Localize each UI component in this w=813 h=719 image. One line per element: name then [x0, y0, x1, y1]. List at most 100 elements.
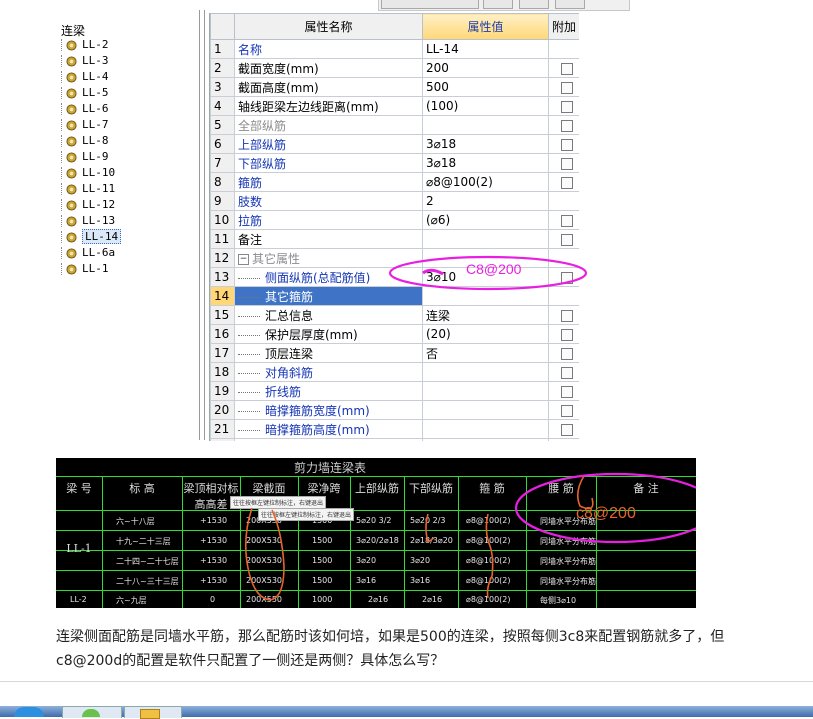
tree-item[interactable]: LL-5 — [61, 85, 109, 101]
property-row[interactable]: 19 折线筋 — [210, 381, 579, 401]
property-name-cell[interactable]: 上部纵筋 — [234, 134, 423, 154]
extra-cell[interactable] — [548, 39, 579, 59]
property-row[interactable]: 1 名称 LL-14 — [210, 39, 579, 59]
extra-cell[interactable] — [548, 362, 579, 382]
tree-item[interactable]: LL-10 — [61, 165, 115, 181]
extra-cell[interactable] — [548, 305, 579, 325]
extra-checkbox[interactable] — [561, 138, 573, 151]
toolbar-button[interactable] — [519, 0, 549, 9]
property-name-cell[interactable]: 轴线距梁左边线距离(mm) — [234, 96, 423, 116]
property-row[interactable]: 6 上部纵筋 3⌀18 — [210, 134, 579, 154]
property-name-cell[interactable]: 折线筋 — [234, 381, 423, 401]
extra-cell[interactable] — [548, 77, 579, 97]
property-row[interactable]: 21 暗撑箍筋高度(mm) — [210, 419, 579, 439]
property-value-cell[interactable]: (⌀6) — [422, 210, 549, 230]
extra-checkbox[interactable] — [561, 81, 573, 94]
extra-checkbox[interactable] — [561, 233, 573, 246]
tree-item[interactable]: LL-9 — [61, 149, 109, 165]
property-value-cell[interactable]: 200 — [422, 58, 549, 78]
tree-item[interactable]: LL-4 — [61, 69, 109, 85]
toolbar-button[interactable] — [381, 0, 479, 9]
extra-checkbox[interactable] — [561, 157, 573, 170]
property-name-cell[interactable]: 名称 — [234, 39, 423, 59]
tree-item[interactable]: LL-2 — [61, 37, 109, 53]
property-row[interactable]: 5 全部纵筋 — [210, 115, 579, 135]
panel-divider[interactable] — [199, 10, 200, 440]
extra-checkbox[interactable] — [561, 366, 573, 379]
property-name-cell[interactable]: 暗撑箍筋宽度(mm) — [234, 400, 423, 420]
property-row[interactable]: 11 备注 — [210, 229, 579, 249]
property-name-cell[interactable]: 顶层连梁 — [234, 343, 423, 363]
property-value-header[interactable]: 属性值 — [422, 13, 549, 40]
property-value-cell[interactable]: 2 — [422, 191, 549, 211]
extra-cell[interactable] — [548, 58, 579, 78]
property-row[interactable]: 17 顶层连梁 否 — [210, 343, 579, 363]
property-value-cell[interactable] — [422, 381, 549, 401]
property-name-cell[interactable]: 对角斜筋 — [234, 362, 423, 382]
property-name-cell[interactable]: 截面高度(mm) — [234, 77, 423, 97]
property-row[interactable]: 8 箍筋 ⌀8@100(2) — [210, 172, 579, 192]
property-name-cell[interactable]: 暗撑箍筋高度(mm) — [234, 419, 423, 439]
extra-cell[interactable] — [548, 210, 579, 230]
property-name-cell[interactable]: 保护层厚度(mm) — [234, 324, 423, 344]
property-name-cell[interactable]: 肢数 — [234, 191, 423, 211]
property-name-cell[interactable]: 拉筋 — [234, 210, 423, 230]
property-row[interactable]: 22暗撑纵筋 — [210, 438, 579, 441]
extra-cell[interactable] — [548, 96, 579, 116]
extra-checkbox[interactable] — [561, 328, 573, 341]
property-value-cell[interactable]: 3⌀18 — [422, 153, 549, 173]
property-row[interactable]: 3 截面高度(mm) 500 — [210, 77, 579, 97]
extra-cell[interactable] — [548, 153, 579, 173]
extra-header[interactable]: 附加 — [548, 13, 579, 40]
extra-cell[interactable] — [548, 400, 579, 420]
extra-cell[interactable] — [548, 324, 579, 344]
property-value-cell[interactable]: ⌀8@100(2) — [422, 172, 549, 192]
property-value-cell[interactable]: 500 — [422, 77, 549, 97]
tree-item[interactable]: LL-3 — [61, 53, 109, 69]
tree-item[interactable]: LL-1 — [61, 261, 109, 277]
tree-item[interactable]: LL-13 — [61, 213, 115, 229]
tree-item[interactable]: LL-8 — [61, 133, 109, 149]
tree-item[interactable]: LL-6 — [61, 101, 109, 117]
extra-cell[interactable] — [548, 172, 579, 192]
property-value-cell[interactable]: 3⌀18 — [422, 134, 549, 154]
property-name-cell[interactable]: 下部纵筋 — [234, 153, 423, 173]
extra-checkbox[interactable] — [561, 385, 573, 398]
property-row[interactable]: 16 保护层厚度(mm) (20) — [210, 324, 579, 344]
property-row[interactable]: 20 暗撑箍筋宽度(mm) — [210, 400, 579, 420]
property-value-cell[interactable] — [422, 419, 549, 439]
extra-checkbox[interactable] — [561, 119, 573, 132]
start-button-icon[interactable] — [14, 707, 44, 717]
property-value-cell[interactable]: 连梁 — [422, 305, 549, 325]
property-row[interactable]: 15 汇总信息 连梁 — [210, 305, 579, 325]
extra-cell[interactable] — [548, 115, 579, 135]
property-row[interactable]: 18 对角斜筋 — [210, 362, 579, 382]
extra-checkbox[interactable] — [561, 404, 573, 417]
extra-cell[interactable] — [548, 229, 579, 249]
property-value-cell[interactable] — [422, 115, 549, 135]
property-row[interactable]: 9 肢数 2 — [210, 191, 579, 211]
property-name-cell[interactable]: 箍筋 — [234, 172, 423, 192]
toolbar-button[interactable] — [555, 0, 585, 9]
collapse-icon[interactable]: − — [238, 253, 249, 265]
tree-item[interactable]: LL-14 — [61, 229, 122, 245]
property-name-cell[interactable]: 截面宽度(mm) — [234, 58, 423, 78]
extra-cell[interactable] — [548, 343, 579, 363]
tree-item[interactable]: LL-12 — [61, 197, 115, 213]
extra-checkbox[interactable] — [561, 423, 573, 436]
extra-cell[interactable] — [548, 381, 579, 401]
toolbar-button[interactable] — [483, 0, 513, 9]
property-name-cell[interactable]: 全部纵筋 — [234, 115, 423, 135]
tree-item[interactable]: LL-6a — [61, 245, 115, 261]
extra-checkbox[interactable] — [561, 214, 573, 227]
extra-cell[interactable] — [548, 419, 579, 439]
property-value-cell[interactable]: (100) — [422, 96, 549, 116]
extra-checkbox[interactable] — [561, 176, 573, 189]
property-value-cell[interactable] — [422, 362, 549, 382]
property-name-cell[interactable]: 备注 — [234, 229, 423, 249]
property-name-cell[interactable]: 汇总信息 — [234, 305, 423, 325]
property-row[interactable]: 2 截面宽度(mm) 200 — [210, 58, 579, 78]
property-value-cell[interactable]: 否 — [422, 343, 549, 363]
property-row[interactable]: 7 下部纵筋 3⌀18 — [210, 153, 579, 173]
property-row[interactable]: 10 拉筋 (⌀6) — [210, 210, 579, 230]
